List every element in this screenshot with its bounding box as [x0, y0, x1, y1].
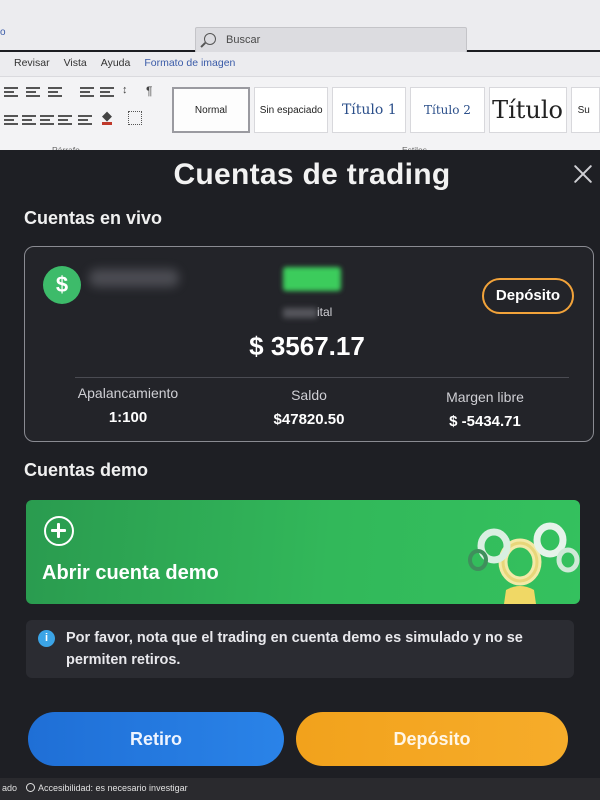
- numbering-icon[interactable]: [26, 87, 40, 97]
- align-right-icon[interactable]: [40, 115, 54, 125]
- search-icon: [204, 33, 216, 45]
- word-title-bar: o Buscar: [0, 0, 600, 53]
- metric-balance-label: Saldo: [291, 387, 327, 403]
- align-center-icon[interactable]: [22, 115, 36, 125]
- style-normal[interactable]: Normal: [172, 87, 251, 133]
- withdraw-button[interactable]: Retiro: [28, 712, 284, 766]
- metric-leverage-label: Apalancamiento: [77, 385, 179, 401]
- account-balance: $ 3567.17: [249, 331, 365, 361]
- account-type: ital: [283, 305, 353, 321]
- account-type-redacted: [283, 307, 317, 318]
- trading-accounts-modal: Cuentas de trading Cuentas en vivo $ ita…: [0, 150, 600, 780]
- account-deposit-button[interactable]: Depósito: [482, 278, 574, 314]
- metric-balance-value: $47820.50: [273, 411, 345, 428]
- demo-accounts-title: Cuentas demo: [24, 460, 149, 480]
- demo-notice-text: Por favor, nota que el trading en cuenta…: [66, 630, 523, 668]
- status-fragment: ado: [2, 783, 18, 793]
- open-demo-account-card[interactable]: Abrir cuenta demo: [26, 500, 580, 604]
- paragraph-tools: ↕ ¶ ◆ Párrafo: [0, 83, 168, 155]
- plus-icon: [44, 516, 74, 546]
- word-ribbon-body: ↕ ¶ ◆ Párrafo Normal Sin espaciado Títul…: [0, 76, 600, 156]
- shading-icon[interactable]: ◆: [102, 109, 112, 125]
- decrease-indent-icon[interactable]: [80, 87, 94, 97]
- align-left-icon[interactable]: [4, 115, 18, 125]
- word-search-box[interactable]: Buscar: [195, 27, 467, 53]
- word-ribbon-tabs: Revisar Vista Ayuda Formato de imagen: [0, 52, 600, 76]
- demo-notice: i Por favor, nota que el trading en cuen…: [26, 620, 574, 678]
- accessibility-icon: [26, 783, 35, 792]
- word-title-fragment: o: [0, 27, 6, 38]
- word-status-bar: ado Accesibilidad: es necesario investig…: [0, 778, 600, 800]
- metric-free-margin: Margen libre $ -5434.71: [429, 389, 541, 430]
- accessibility-status-text: Accesibilidad: es necesario investigar: [38, 783, 188, 793]
- line-spacing-icon[interactable]: [78, 115, 92, 125]
- deposit-button[interactable]: Depósito: [296, 712, 568, 766]
- account-name-redacted: [89, 269, 179, 287]
- style-titulo-1[interactable]: Título 1: [332, 87, 407, 133]
- dollar-icon: $: [43, 266, 81, 304]
- bullets-icon[interactable]: [4, 87, 18, 97]
- open-demo-account-label: Abrir cuenta demo: [42, 562, 219, 584]
- sort-icon[interactable]: ↕: [122, 84, 128, 96]
- tab-revisar[interactable]: Revisar: [14, 52, 50, 76]
- style-titulo-2[interactable]: Título 2: [410, 87, 485, 133]
- metric-leverage: Apalancamiento 1:100: [71, 385, 185, 426]
- styles-gallery: Normal Sin espaciado Título 1 Título 2 T…: [172, 87, 600, 141]
- card-divider: [75, 377, 569, 378]
- tab-vista[interactable]: Vista: [64, 52, 87, 76]
- close-icon[interactable]: [570, 162, 596, 188]
- borders-icon[interactable]: [128, 111, 142, 125]
- increase-indent-icon[interactable]: [100, 87, 114, 97]
- metric-free-margin-value: $ -5434.71: [449, 413, 521, 430]
- style-subtitulo[interactable]: Su: [570, 87, 600, 133]
- tab-ayuda[interactable]: Ayuda: [101, 52, 131, 76]
- style-sin-espaciado[interactable]: Sin espaciado: [254, 87, 329, 133]
- metric-free-margin-label: Margen libre: [446, 389, 524, 405]
- live-accounts-title: Cuentas en vivo: [24, 208, 163, 228]
- pilcrow-icon[interactable]: ¶: [146, 84, 152, 98]
- account-type-visible: ital: [317, 305, 333, 319]
- coins-illustration: [468, 522, 580, 604]
- accessibility-status[interactable]: Accesibilidad: es necesario investigar: [26, 783, 188, 793]
- multilevel-list-icon[interactable]: [48, 87, 62, 97]
- justify-icon[interactable]: [58, 115, 72, 125]
- modal-title: Cuentas de trading: [173, 158, 451, 191]
- account-id-redacted: [283, 267, 341, 291]
- metric-balance: Saldo $47820.50: [253, 387, 365, 428]
- word-search-placeholder: Buscar: [226, 34, 261, 46]
- info-icon: i: [38, 630, 55, 647]
- style-titulo[interactable]: Título: [488, 87, 567, 133]
- live-account-card[interactable]: $ ital $ 3567.17 Depósito Apalancamiento…: [24, 246, 594, 442]
- tab-formato-de-imagen[interactable]: Formato de imagen: [144, 52, 235, 76]
- metric-leverage-value: 1:100: [108, 409, 148, 426]
